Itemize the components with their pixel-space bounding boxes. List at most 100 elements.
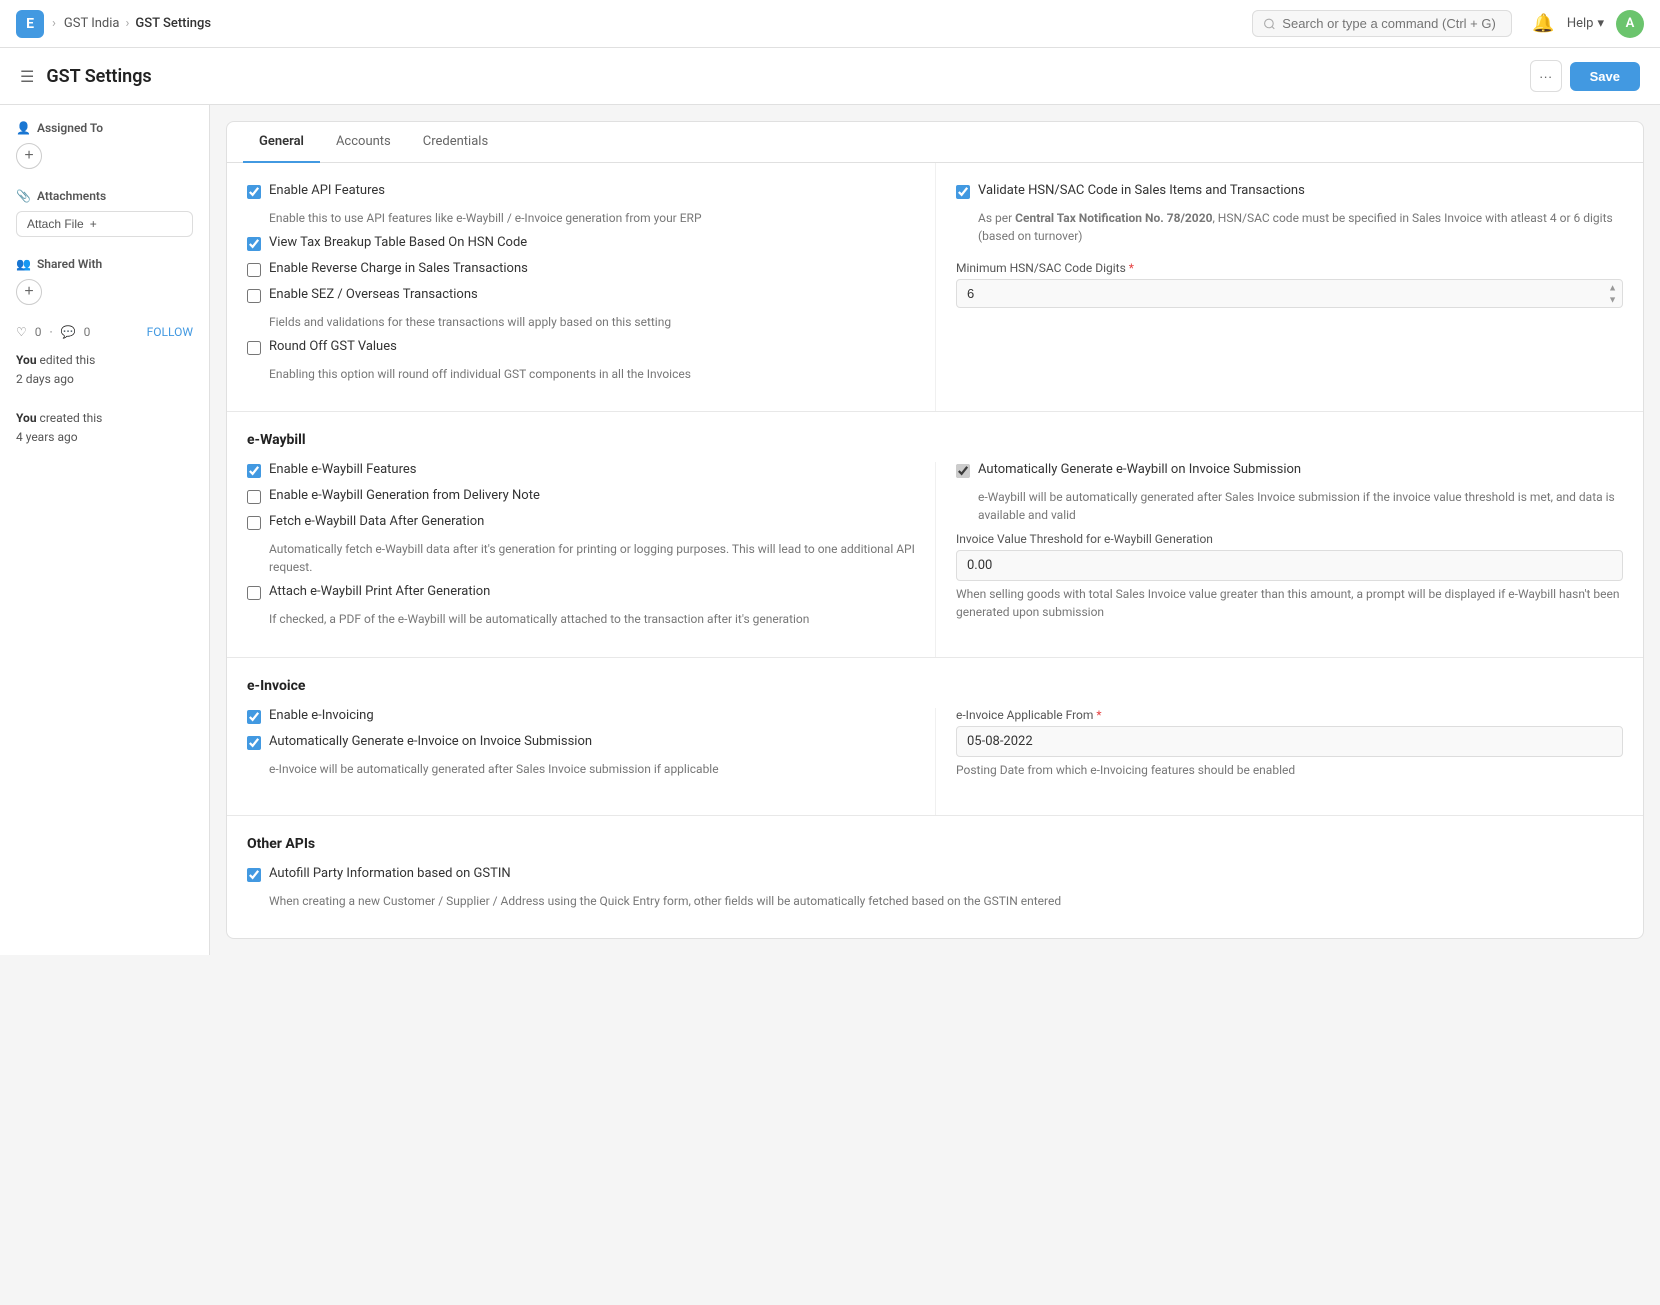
sez-checkbox[interactable] [247, 289, 261, 303]
search-bar[interactable] [1252, 10, 1512, 37]
auto-generate-ewaybill-desc: e-Waybill will be automatically generate… [978, 488, 1623, 524]
validate-hsn-desc: As per Central Tax Notification No. 78/2… [978, 209, 1623, 245]
activity-item-2: You created this 4 years ago [16, 409, 193, 447]
einvoice-cols: Enable e-Invoicing Automatically Generat… [227, 708, 1643, 815]
add-shared-with-button[interactable]: + [16, 279, 42, 305]
spinner-arrows: ▲ ▼ [1608, 282, 1617, 305]
min-hsn-input[interactable] [956, 279, 1623, 308]
main-panel: General Accounts Credentials Enable API … [210, 105, 1660, 955]
header-actions: ··· Save [1530, 60, 1640, 92]
enable-einvoice-row: Enable e-Invoicing [247, 708, 915, 724]
people-icon: 👥 [16, 257, 31, 271]
fetch-ewaybill-label: Fetch e-Waybill Data After Generation [269, 514, 484, 529]
notification-ref: Central Tax Notification No. 78/2020 [1015, 211, 1212, 225]
chevron-down-icon: ▾ [1597, 16, 1604, 31]
api-features-row: Enable API Features [247, 183, 915, 199]
validate-hsn-row: Validate HSN/SAC Code in Sales Items and… [956, 183, 1623, 199]
add-assigned-to-button[interactable]: + [16, 143, 42, 169]
sidebar: 👤 Assigned To + 📎 Attachments Attach Fil… [0, 105, 210, 955]
sidebar-activity: You edited this 2 days ago You created t… [16, 351, 193, 447]
tax-breakup-checkbox[interactable] [247, 237, 261, 251]
bell-icon[interactable]: 🔔 [1532, 13, 1554, 34]
min-hsn-group: Minimum HSN/SAC Code Digits * ▲ ▼ [956, 261, 1623, 308]
auto-generate-einvoice-desc: e-Invoice will be automatically generate… [269, 760, 915, 778]
ewaybill-section-title: e-Waybill [247, 432, 1623, 448]
tab-credentials[interactable]: Credentials [407, 122, 504, 163]
tabs: General Accounts Credentials [227, 122, 1643, 163]
autofill-checkbox[interactable] [247, 868, 261, 882]
validate-hsn-checkbox[interactable] [956, 185, 970, 199]
min-hsn-input-wrapper: ▲ ▼ [956, 279, 1623, 308]
min-hsn-required: * [1129, 261, 1134, 275]
other-apis-content: Other APIs Autofill Party Information ba… [227, 816, 1643, 938]
general-right-col: Validate HSN/SAC Code in Sales Items and… [935, 163, 1643, 411]
page-header: ☰ GST Settings ··· Save [0, 48, 1660, 105]
breadcrumb-gst-settings: GST Settings [135, 16, 211, 31]
auto-generate-einvoice-label: Automatically Generate e-Invoice on Invo… [269, 734, 592, 749]
autofill-row: Autofill Party Information based on GSTI… [247, 866, 1623, 882]
search-input[interactable] [1282, 16, 1501, 31]
validate-hsn-label: Validate HSN/SAC Code in Sales Items and… [978, 183, 1305, 198]
more-button[interactable]: ··· [1530, 60, 1562, 92]
api-features-desc: Enable this to use API features like e-W… [269, 209, 915, 227]
round-off-checkbox[interactable] [247, 341, 261, 355]
tab-accounts[interactable]: Accounts [320, 122, 407, 163]
fetch-ewaybill-checkbox[interactable] [247, 516, 261, 530]
page-title: GST Settings [46, 66, 1521, 87]
sidebar-stats: ♡ 0 · 💬 0 FOLLOW [16, 325, 193, 339]
user-avatar[interactable]: A [1616, 10, 1644, 38]
save-button[interactable]: Save [1570, 62, 1640, 91]
tax-breakup-label: View Tax Breakup Table Based On HSN Code [269, 235, 527, 250]
follow-button[interactable]: FOLLOW [147, 325, 193, 339]
autofill-label: Autofill Party Information based on GSTI… [269, 866, 511, 881]
attach-ewaybill-label: Attach e-Waybill Print After Generation [269, 584, 490, 599]
breadcrumb-gst-india[interactable]: GST India [64, 16, 120, 31]
enable-einvoice-label: Enable e-Invoicing [269, 708, 374, 723]
spinner-down-icon[interactable]: ▼ [1608, 294, 1617, 305]
api-features-checkbox[interactable] [247, 185, 261, 199]
attach-ewaybill-desc: If checked, a PDF of the e-Waybill will … [269, 610, 915, 628]
comment-icon: 💬 [61, 325, 76, 339]
applicable-from-required: * [1096, 708, 1101, 722]
general-tab-content: Enable API Features Enable this to use A… [227, 163, 1643, 411]
fetch-ewaybill-desc: Automatically fetch e-Waybill data after… [269, 540, 915, 576]
min-hsn-label: Minimum HSN/SAC Code Digits * [956, 261, 1623, 275]
ewaybill-delivery-checkbox[interactable] [247, 490, 261, 504]
general-left-col: Enable API Features Enable this to use A… [227, 163, 935, 411]
heart-icon: ♡ [16, 325, 27, 339]
applicable-from-label: e-Invoice Applicable From * [956, 708, 1623, 722]
einvoice-right-col: e-Invoice Applicable From * 05-08-2022 P… [935, 708, 1643, 815]
enable-ewaybill-label: Enable e-Waybill Features [269, 462, 417, 477]
top-nav: E › GST India › GST Settings 🔔 Help ▾ A [0, 0, 1660, 48]
reverse-charge-checkbox[interactable] [247, 263, 261, 277]
threshold-label: Invoice Value Threshold for e-Waybill Ge… [956, 532, 1623, 546]
autofill-desc: When creating a new Customer / Supplier … [269, 892, 1623, 910]
attach-file-button[interactable]: Attach File + [16, 211, 193, 237]
applicable-from-value[interactable]: 05-08-2022 [956, 726, 1623, 757]
auto-generate-einvoice-checkbox[interactable] [247, 736, 261, 750]
sez-desc: Fields and validations for these transac… [269, 313, 915, 331]
help-button[interactable]: Help ▾ [1567, 16, 1604, 31]
shared-with-title: 👥 Shared With [16, 257, 193, 271]
sez-row: Enable SEZ / Overseas Transactions [247, 287, 915, 303]
round-off-row: Round Off GST Values [247, 339, 915, 355]
round-off-desc: Enabling this option will round off indi… [269, 365, 915, 383]
tab-general[interactable]: General [243, 122, 320, 163]
breadcrumb-sep-1: › [52, 16, 56, 31]
likes-count: 0 [35, 325, 42, 339]
enable-ewaybill-checkbox[interactable] [247, 464, 261, 478]
einvoice-left-col: Enable e-Invoicing Automatically Generat… [227, 708, 935, 815]
hamburger-icon[interactable]: ☰ [20, 67, 34, 86]
applicable-from-group: e-Invoice Applicable From * 05-08-2022 P… [956, 708, 1623, 779]
ewaybill-cols: Enable e-Waybill Features Enable e-Waybi… [227, 462, 1643, 657]
attach-ewaybill-checkbox[interactable] [247, 586, 261, 600]
attachments-title: 📎 Attachments [16, 189, 193, 203]
tax-breakup-row: View Tax Breakup Table Based On HSN Code [247, 235, 915, 251]
spinner-up-icon[interactable]: ▲ [1608, 282, 1617, 293]
auto-generate-ewaybill-checkbox[interactable] [956, 464, 970, 478]
reverse-charge-label: Enable Reverse Charge in Sales Transacti… [269, 261, 528, 276]
threshold-value[interactable]: 0.00 [956, 550, 1623, 581]
enable-einvoice-checkbox[interactable] [247, 710, 261, 724]
person-icon: 👤 [16, 121, 31, 135]
einvoice-title-col: e-Invoice [227, 658, 1643, 708]
